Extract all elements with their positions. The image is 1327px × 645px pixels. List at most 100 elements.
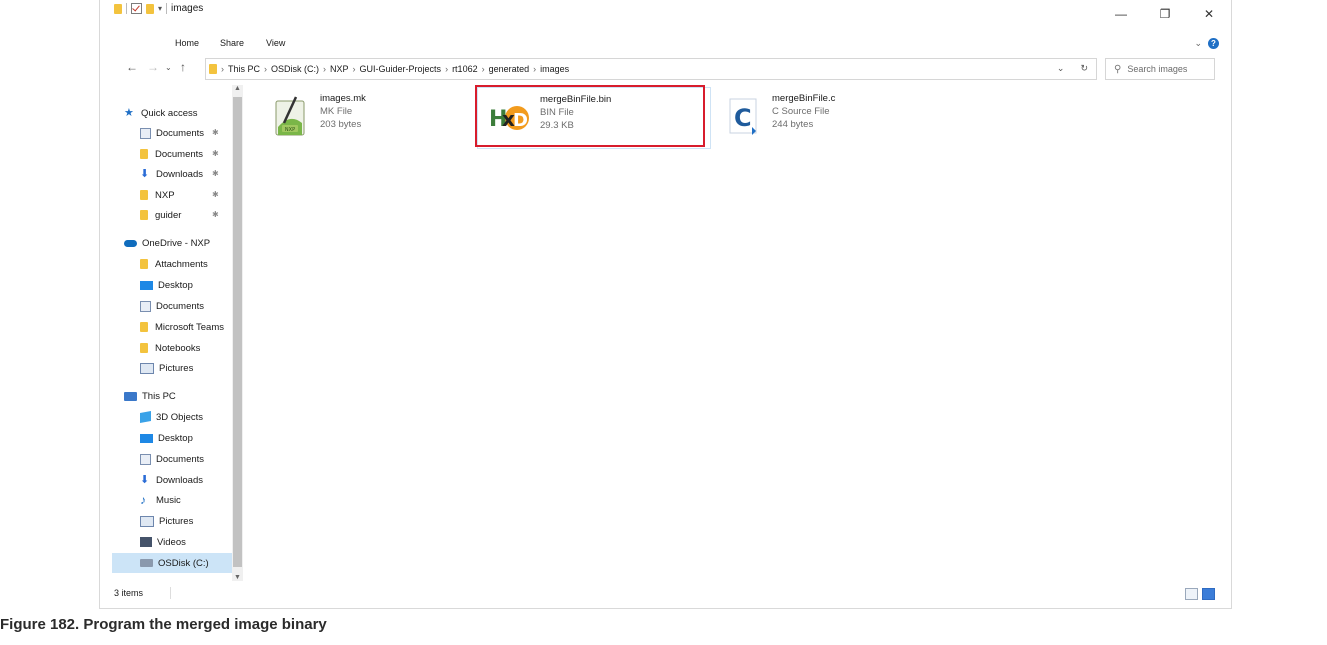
- sidebar-item-documents[interactable]: Documents: [140, 449, 232, 469]
- breadcrumb-nxp[interactable]: NXP: [330, 64, 349, 74]
- navigation-scrollbar[interactable]: ▲ ▼: [232, 85, 243, 581]
- large-icons-view-icon[interactable]: [1202, 588, 1215, 600]
- chevron-right-icon[interactable]: ›: [533, 64, 536, 74]
- sidebar-item-label: Documents: [156, 127, 205, 139]
- status-bar: 3 items: [100, 582, 1231, 606]
- sidebar-item-attachments[interactable]: Attachments: [140, 254, 232, 274]
- tab-view[interactable]: View: [266, 38, 285, 48]
- sidebar-item-videos[interactable]: Videos: [140, 532, 232, 552]
- sidebar-item-label: Downloads: [156, 168, 203, 180]
- refresh-icon[interactable]: ↻: [1080, 63, 1088, 74]
- folder-icon: [209, 64, 217, 74]
- c-source-icon: C: [718, 93, 766, 141]
- videos-icon: [140, 537, 152, 547]
- sidebar-item-onedrive[interactable]: OneDrive - NXP: [124, 233, 232, 253]
- file-item-mergebinfile-c[interactable]: C mergeBinFile.c C Source File 244 bytes: [710, 87, 942, 147]
- sidebar-item-label: Documents: [156, 453, 205, 465]
- sidebar-item-label: guider: [155, 209, 182, 221]
- ribbon-tabs: Home Share View: [100, 34, 1231, 50]
- back-arrow-icon[interactable]: ←: [126, 60, 138, 74]
- chevron-right-icon[interactable]: ›: [323, 64, 326, 74]
- sidebar-item-downloads[interactable]: ⬇ Downloads: [140, 470, 232, 490]
- sidebar-item-3d-objects[interactable]: 3D Objects: [140, 407, 232, 427]
- pictures-icon: [140, 515, 154, 527]
- close-button[interactable]: ✕: [1187, 0, 1231, 28]
- details-view-icon[interactable]: [1185, 588, 1198, 600]
- sidebar-item-music[interactable]: ♪ Music: [140, 490, 232, 510]
- sidebar-item-label: Documents: [155, 148, 204, 160]
- forward-arrow-icon[interactable]: →: [147, 60, 159, 74]
- chevron-right-icon[interactable]: ›: [445, 64, 448, 74]
- customize-toolbar-icon[interactable]: ▾: [158, 4, 162, 13]
- file-details: images.mk MK File 203 bytes: [320, 87, 366, 131]
- pin-icon[interactable]: ✱: [212, 128, 219, 137]
- sidebar-item-desktop[interactable]: Desktop: [140, 428, 232, 448]
- desktop-icon: [140, 280, 153, 290]
- tab-share[interactable]: Share: [220, 38, 244, 48]
- scroll-down-icon[interactable]: ▼: [234, 574, 241, 581]
- sidebar-item-this-pc[interactable]: This PC: [124, 386, 232, 406]
- pin-icon[interactable]: ✱: [212, 190, 219, 199]
- sidebar-item-label: This PC: [142, 390, 176, 402]
- sidebar-item-documents[interactable]: Documents: [140, 296, 232, 316]
- toolbar-divider: [166, 3, 168, 14]
- breadcrumb-gui-guider-projects[interactable]: GUI-Guider-Projects: [360, 64, 442, 74]
- tab-home[interactable]: Home: [175, 38, 199, 48]
- title-bar: ▾ images — ❐ ✕: [100, 0, 1231, 21]
- notepad-plus-plus-icon: NXP: [266, 93, 314, 141]
- help-icon[interactable]: ?: [1208, 38, 1219, 49]
- minimize-button[interactable]: —: [1099, 0, 1143, 28]
- address-history-icon[interactable]: ⌄: [1057, 63, 1065, 74]
- sidebar-item-notebooks[interactable]: Notebooks: [140, 338, 232, 358]
- disk-icon: [140, 559, 153, 567]
- sidebar-item-label: Notebooks: [155, 342, 201, 354]
- breadcrumb-rt1062[interactable]: rt1062: [452, 64, 478, 74]
- pin-icon[interactable]: ✱: [212, 169, 219, 178]
- sidebar-item-label: OneDrive - NXP: [142, 237, 211, 249]
- window-controls: — ❐ ✕: [1099, 0, 1231, 28]
- scrollbar-thumb[interactable]: [233, 97, 242, 567]
- sidebar-item-label: Downloads: [156, 474, 203, 486]
- sidebar-item-label: Microsoft Teams: [155, 321, 224, 333]
- folder-icon: [140, 210, 148, 220]
- sidebar-item-label: OSDisk (C:): [158, 557, 209, 569]
- sidebar-item-osdisk[interactable]: OSDisk (C:): [112, 553, 232, 573]
- search-input[interactable]: ⚲ Search images: [1105, 58, 1215, 80]
- sidebar-item-label: Documents: [156, 300, 205, 312]
- breadcrumb-osdisk[interactable]: OSDisk (C:): [271, 64, 319, 74]
- folder-icon: [140, 190, 148, 200]
- expand-ribbon-icon[interactable]: ⌄: [1194, 38, 1202, 49]
- sidebar-item-label: 3D Objects: [156, 411, 203, 423]
- breadcrumb-images[interactable]: images: [540, 64, 569, 74]
- sidebar-item-pictures[interactable]: Pictures: [140, 511, 232, 531]
- restore-button[interactable]: ❐: [1143, 0, 1187, 28]
- sidebar-item-desktop[interactable]: Desktop: [140, 275, 232, 295]
- pin-icon[interactable]: ✱: [212, 149, 219, 158]
- search-icon: ⚲: [1114, 63, 1122, 75]
- new-folder-icon[interactable]: [146, 3, 154, 14]
- sidebar-item-microsoft-teams[interactable]: Microsoft Teams: [140, 317, 232, 337]
- chevron-right-icon[interactable]: ›: [221, 64, 224, 74]
- sidebar-item-label: Videos: [157, 536, 186, 548]
- breadcrumb-generated[interactable]: generated: [489, 64, 530, 74]
- address-bar[interactable]: › This PC › OSDisk (C:) › NXP › GUI-Guid…: [205, 58, 1097, 80]
- chevron-right-icon[interactable]: ›: [264, 64, 267, 74]
- chevron-right-icon[interactable]: ›: [482, 64, 485, 74]
- sidebar-item-label: NXP: [155, 189, 175, 201]
- properties-check-icon[interactable]: [131, 3, 142, 14]
- file-item-images-mk[interactable]: NXP images.mk MK File 203 bytes: [258, 87, 490, 147]
- sidebar-item-label: Desktop: [158, 432, 193, 444]
- address-tools: ⌄ ↻: [1057, 63, 1088, 74]
- folder-icon[interactable]: [114, 3, 122, 14]
- recent-locations-icon[interactable]: ⌄: [165, 63, 172, 72]
- up-arrow-icon[interactable]: ↑: [180, 60, 186, 74]
- pin-icon[interactable]: ✱: [212, 210, 219, 219]
- sidebar-item-pictures[interactable]: Pictures: [140, 358, 232, 378]
- 3d-objects-icon: [140, 411, 151, 423]
- sidebar-item-label: Quick access: [141, 107, 198, 119]
- folder-icon: [140, 322, 148, 332]
- chevron-right-icon[interactable]: ›: [353, 64, 356, 74]
- breadcrumb-this-pc[interactable]: This PC: [228, 64, 260, 74]
- window-title: images: [171, 3, 204, 14]
- scroll-up-icon[interactable]: ▲: [234, 85, 241, 92]
